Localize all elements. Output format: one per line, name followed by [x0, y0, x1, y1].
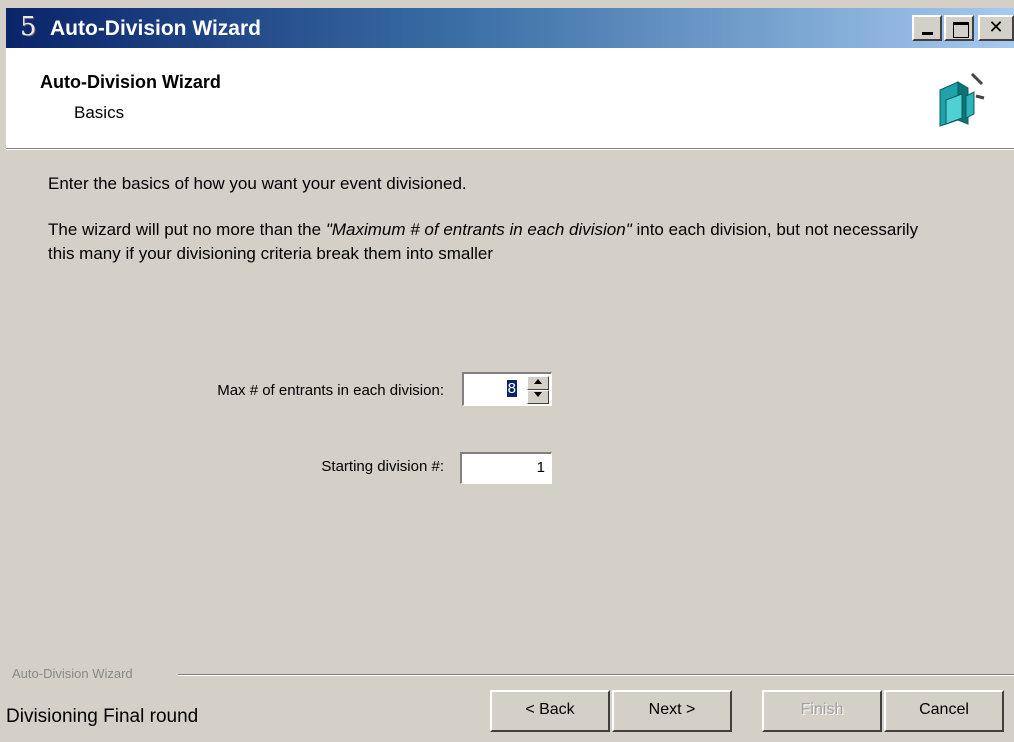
spin-up-button[interactable]: [527, 376, 549, 390]
wizard-window: 5 Auto-Division Wizard ✕ Auto-Division W…: [0, 0, 1014, 742]
maximize-button[interactable]: [944, 15, 974, 41]
starting-division-field[interactable]: 1: [460, 452, 552, 484]
close-button[interactable]: ✕: [978, 15, 1014, 41]
intro-text: Enter the basics of how you want your ev…: [48, 174, 467, 193]
app-icon: 5: [20, 12, 37, 42]
wizard-icon: [939, 72, 985, 127]
max-entrants-stepper[interactable]: 8: [462, 372, 552, 406]
footer-group-label: Auto-Division Wizard: [12, 666, 137, 681]
explain-prefix: The wizard will put no more than the: [48, 220, 326, 239]
finish-button[interactable]: Finish: [762, 690, 882, 732]
maximize-icon: [953, 22, 969, 38]
back-button[interactable]: < Back: [490, 690, 610, 732]
chevron-up-icon: [534, 379, 542, 384]
close-icon: ✕: [988, 17, 1004, 38]
starting-division-label: Starting division #:: [321, 458, 444, 475]
max-entrants-value[interactable]: 8: [506, 380, 517, 397]
chevron-down-icon: [534, 392, 542, 397]
max-entrants-spinner[interactable]: [527, 376, 549, 404]
window-title: Auto-Division Wizard: [50, 17, 261, 40]
header-title: Auto-Division Wizard: [40, 72, 221, 92]
explain-text: The wizard will put no more than the "Ma…: [48, 218, 928, 266]
status-text: Divisioning Final round: [6, 706, 199, 727]
explain-quote: "Maximum # of entrants in each division": [325, 220, 632, 239]
footer-divider-highlight: [178, 675, 1014, 676]
title-bar[interactable]: 5 Auto-Division Wizard ✕: [6, 8, 1014, 48]
header-subtitle: Basics: [74, 103, 125, 122]
max-entrants-label: Max # of entrants in each division:: [217, 382, 444, 399]
minimize-icon: [922, 32, 933, 35]
spin-down-button[interactable]: [527, 390, 549, 404]
next-button[interactable]: Next >: [612, 690, 732, 732]
minimize-button[interactable]: [912, 15, 942, 41]
cancel-button[interactable]: Cancel: [884, 690, 1004, 732]
header-divider: [6, 149, 1014, 150]
wizard-header: Auto-Division Wizard Basics: [6, 48, 1014, 149]
